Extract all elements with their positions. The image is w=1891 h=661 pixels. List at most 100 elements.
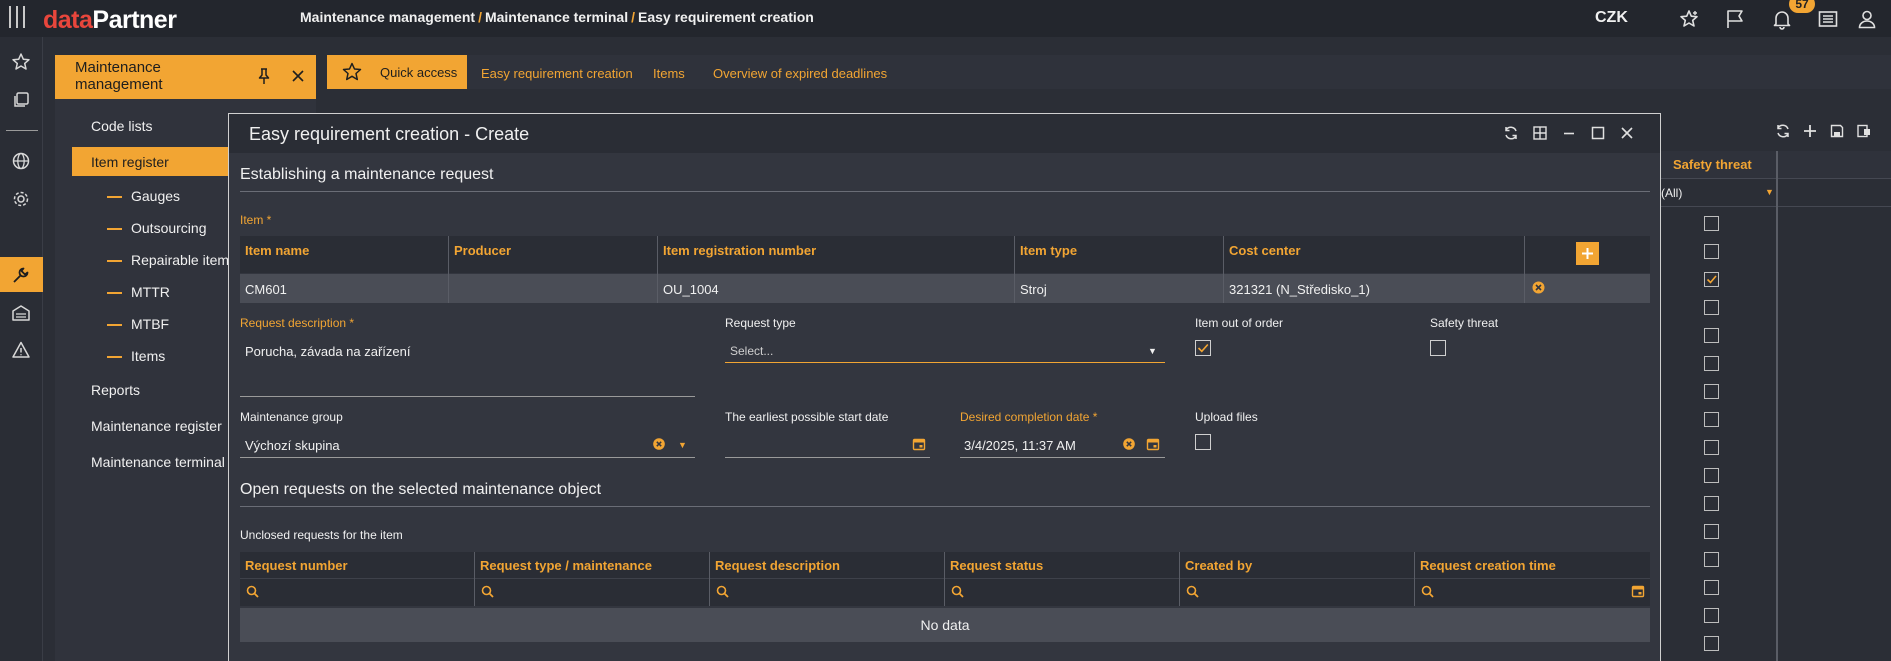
grid-checkbox[interactable] bbox=[1704, 580, 1719, 595]
menu-item-reports[interactable]: Reports bbox=[91, 382, 140, 398]
request-type-select[interactable]: Select... bbox=[730, 344, 773, 358]
maintenance-group-select[interactable]: Výchozí skupina bbox=[245, 438, 340, 453]
menu-item-outsourcing[interactable]: Outsourcing bbox=[106, 220, 206, 236]
grid-filter-dropdown-icon[interactable]: ▼ bbox=[1765, 187, 1774, 197]
grid-refresh-icon[interactable] bbox=[1775, 123, 1791, 139]
item-col-cost-center[interactable]: Cost center bbox=[1229, 243, 1301, 258]
add-item-button[interactable] bbox=[1576, 242, 1599, 265]
filter-calendar-icon[interactable] bbox=[1631, 584, 1645, 598]
globe-icon[interactable] bbox=[5, 145, 37, 177]
grid-checkbox[interactable] bbox=[1704, 328, 1719, 343]
menu-item-item-register[interactable]: Item register bbox=[91, 154, 169, 170]
menu-item-gauges[interactable]: Gauges bbox=[106, 188, 180, 204]
tab-quick-access[interactable]: Quick access bbox=[327, 55, 467, 89]
filter-search-icon[interactable] bbox=[716, 585, 729, 598]
grid-checkbox[interactable] bbox=[1704, 552, 1719, 567]
filter-search-icon[interactable] bbox=[1421, 585, 1434, 598]
tab-items[interactable]: Items bbox=[653, 66, 685, 81]
settings-gear-icon[interactable] bbox=[5, 183, 37, 215]
earliest-start-calendar-icon[interactable] bbox=[912, 437, 926, 451]
hamburger-menu-icon[interactable] bbox=[6, 6, 28, 30]
breadcrumb-item[interactable]: Maintenance terminal bbox=[485, 9, 628, 25]
req-col-creation-time[interactable]: Request creation time bbox=[1420, 558, 1556, 573]
grid-checkbox[interactable] bbox=[1704, 244, 1719, 259]
clear-completion-date-icon[interactable] bbox=[1122, 437, 1136, 451]
filter-search-icon[interactable] bbox=[481, 585, 494, 598]
item-col-item-type[interactable]: Item type bbox=[1020, 243, 1077, 258]
menu-item-maintenance-terminal[interactable]: Maintenance terminal bbox=[91, 454, 225, 470]
grid-checkbox[interactable] bbox=[1704, 356, 1719, 371]
req-col-request-status[interactable]: Request status bbox=[950, 558, 1043, 573]
item-col-item-name[interactable]: Item name bbox=[245, 243, 309, 258]
notifications-bell-icon[interactable] bbox=[1771, 8, 1793, 30]
req-col-request-description[interactable]: Request description bbox=[715, 558, 840, 573]
breadcrumb-item[interactable]: Maintenance management bbox=[300, 9, 475, 25]
grid-checkbox[interactable] bbox=[1704, 524, 1719, 539]
grid-checkbox[interactable] bbox=[1704, 216, 1719, 231]
grid-checkbox[interactable] bbox=[1704, 636, 1719, 651]
dialog-maximize-icon[interactable] bbox=[1590, 125, 1606, 141]
maintenance-group-dropdown-icon[interactable]: ▼ bbox=[678, 440, 687, 450]
item-out-of-order-checkbox[interactable] bbox=[1195, 340, 1211, 356]
grid-checkbox[interactable] bbox=[1704, 496, 1719, 511]
menu-item-code-lists[interactable]: Code lists bbox=[91, 118, 152, 134]
upload-files-checkbox[interactable] bbox=[1195, 434, 1211, 450]
table-row[interactable] bbox=[240, 274, 1650, 303]
warehouse-icon[interactable] bbox=[5, 297, 37, 329]
grid-checkbox[interactable] bbox=[1704, 608, 1719, 623]
pin-icon[interactable] bbox=[255, 67, 273, 85]
favorites-star-icon[interactable] bbox=[5, 46, 37, 78]
request-type-dropdown-icon[interactable]: ▼ bbox=[1148, 346, 1157, 356]
menu-item-maintenance-register[interactable]: Maintenance register bbox=[91, 418, 222, 434]
user-profile-icon[interactable] bbox=[1856, 8, 1878, 30]
menu-item-mtbf[interactable]: MTBF bbox=[106, 316, 169, 332]
desired-completion-date-label: Desired completion date * bbox=[960, 410, 1098, 424]
warning-triangle-icon[interactable] bbox=[5, 334, 37, 366]
clear-maintenance-group-icon[interactable] bbox=[652, 437, 666, 451]
menu-item-items[interactable]: Items bbox=[106, 348, 165, 364]
menu-item-mttr[interactable]: MTTR bbox=[107, 284, 170, 300]
windows-copy-icon[interactable] bbox=[5, 84, 37, 116]
completion-calendar-icon[interactable] bbox=[1146, 437, 1160, 451]
grid-checkbox[interactable] bbox=[1704, 412, 1719, 427]
tab-overview-expired-deadlines[interactable]: Overview of expired deadlines bbox=[713, 66, 887, 81]
wrench-icon[interactable] bbox=[5, 259, 37, 291]
menu-item-repairable-item[interactable]: Repairable item bbox=[106, 252, 229, 268]
req-col-request-type[interactable]: Request type / maintenance bbox=[480, 558, 652, 573]
grid-filter-value[interactable]: (All) bbox=[1661, 186, 1682, 200]
remove-item-icon[interactable] bbox=[1531, 280, 1546, 295]
req-col-created-by[interactable]: Created by bbox=[1185, 558, 1252, 573]
grid-checkbox[interactable] bbox=[1704, 384, 1719, 399]
app-logo[interactable]: dataPartner bbox=[43, 6, 177, 35]
currency-selector[interactable]: CZK bbox=[1595, 9, 1628, 27]
filter-search-icon[interactable] bbox=[1186, 585, 1199, 598]
grid-checkbox[interactable] bbox=[1704, 468, 1719, 483]
request-description-input[interactable]: Porucha, závada na zařízení bbox=[245, 344, 411, 359]
dialog-close-icon[interactable] bbox=[1619, 125, 1635, 141]
dialog-refresh-icon[interactable] bbox=[1503, 125, 1519, 141]
maintenance-group-label: Maintenance group bbox=[240, 410, 343, 424]
grid-column-safety-threat[interactable]: Safety threat bbox=[1673, 157, 1752, 172]
req-col-request-number[interactable]: Request number bbox=[245, 558, 348, 573]
favorite-star-icon[interactable] bbox=[1678, 8, 1700, 30]
grid-checkbox[interactable] bbox=[1704, 440, 1719, 455]
close-menu-icon[interactable] bbox=[290, 68, 306, 84]
star-icon bbox=[341, 62, 363, 82]
desired-completion-date-input[interactable]: 3/4/2025, 11:37 AM bbox=[964, 438, 1076, 453]
grid-checkbox[interactable] bbox=[1704, 300, 1719, 315]
item-col-registration-number[interactable]: Item registration number bbox=[663, 243, 816, 258]
grid-export-icon[interactable] bbox=[1856, 123, 1872, 139]
safety-threat-checkbox[interactable] bbox=[1430, 340, 1446, 356]
dialog-minimize-icon[interactable] bbox=[1561, 125, 1577, 141]
grid-add-icon[interactable] bbox=[1802, 123, 1818, 139]
flag-icon[interactable] bbox=[1724, 8, 1746, 30]
tab-easy-requirement-creation[interactable]: Easy requirement creation bbox=[481, 66, 633, 81]
filter-search-icon[interactable] bbox=[951, 585, 964, 598]
grid-save-icon[interactable] bbox=[1829, 123, 1845, 139]
top-bar: dataPartner Maintenance management / Maint… bbox=[0, 0, 1891, 37]
dialog-layout-grid-icon[interactable] bbox=[1532, 125, 1548, 141]
news-list-icon[interactable] bbox=[1817, 8, 1839, 30]
filter-search-icon[interactable] bbox=[246, 585, 259, 598]
item-col-producer[interactable]: Producer bbox=[454, 243, 511, 258]
grid-checkbox-checked[interactable] bbox=[1704, 272, 1719, 287]
